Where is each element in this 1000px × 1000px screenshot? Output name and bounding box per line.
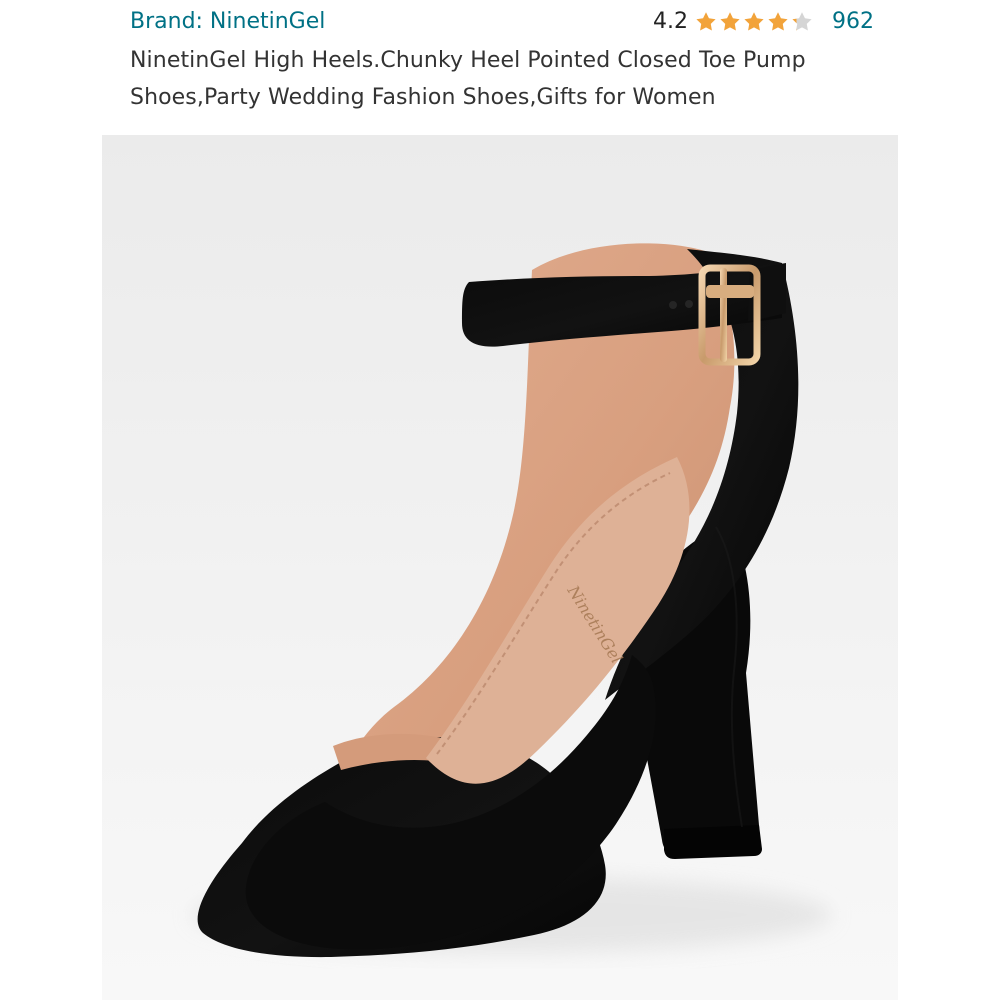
star-icon: [720, 12, 740, 31]
rating-value: 4.2: [653, 9, 688, 34]
rating-summary[interactable]: 4.2 962: [653, 6, 874, 38]
strap-hole: [669, 301, 677, 309]
review-count-link[interactable]: 962: [832, 6, 874, 38]
star-empty-icon: [792, 12, 812, 31]
product-title[interactable]: NinetinGel High Heels.Chunky Heel Pointe…: [130, 42, 878, 116]
brand-link[interactable]: Brand: NinetinGel: [130, 6, 325, 38]
brand-rating-row: Brand: NinetinGel 4.2 962: [130, 6, 874, 38]
star-icon: [696, 12, 716, 31]
product-image[interactable]: NinetinGel: [102, 135, 898, 1000]
product-card: Brand: NinetinGel 4.2 962 NinetinGel Hig…: [102, 0, 898, 1000]
product-image-container[interactable]: NinetinGel: [102, 135, 898, 1000]
product-listing-page: Brand: NinetinGel 4.2 962 NinetinGel Hig…: [0, 0, 1000, 1000]
heel-tip: [664, 825, 762, 859]
right-margin: [898, 0, 1000, 1000]
left-margin: [0, 0, 102, 1000]
star-rating[interactable]: [694, 6, 814, 38]
product-header: Brand: NinetinGel 4.2 962 NinetinGel Hig…: [102, 0, 898, 135]
star-icon: [768, 12, 788, 31]
star-icon: [744, 12, 764, 31]
strap-hole: [685, 300, 693, 308]
